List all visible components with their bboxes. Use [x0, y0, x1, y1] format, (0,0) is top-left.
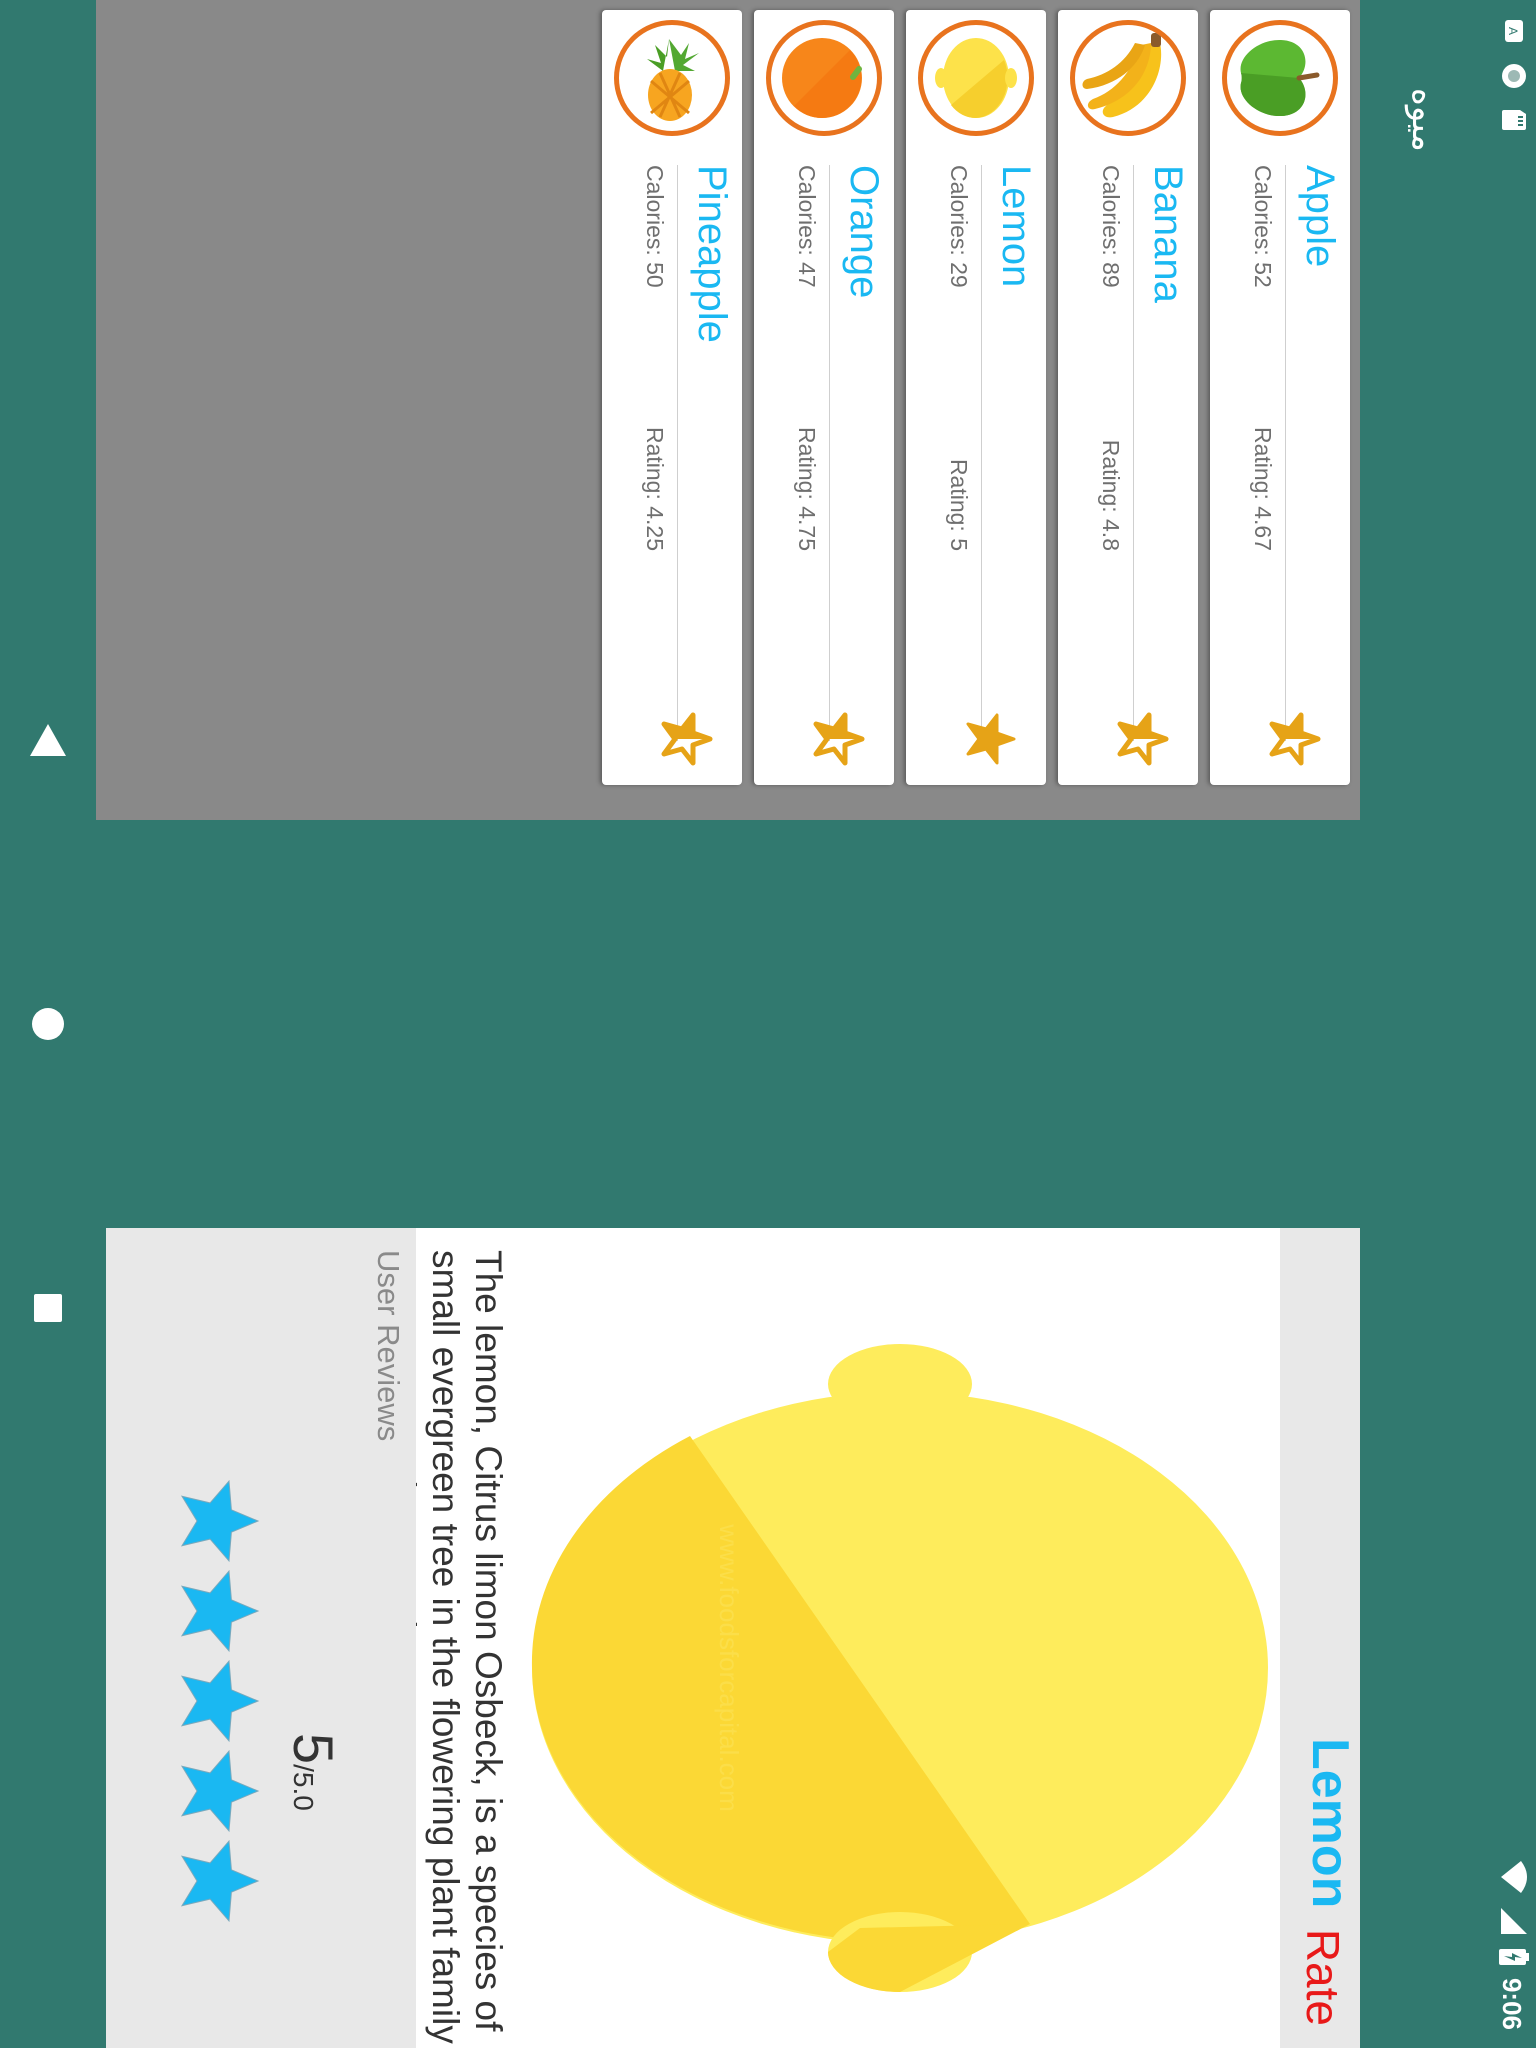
recents-icon[interactable] — [24, 1284, 72, 1332]
fruit-rating: Rating: 5 — [946, 458, 972, 551]
apple-avatar — [1222, 20, 1338, 136]
rate-button[interactable]: Rate — [1296, 1929, 1350, 2026]
detail-pane: Lemon www.foodsforcapital.com The lemon,… — [96, 1228, 1360, 2048]
fruit-list: Apple Calories: 52 Rating: 4.67 Banana C… — [96, 0, 1360, 820]
pineapple-icon — [647, 39, 699, 121]
status-bar: A 9:06 — [1488, 0, 1536, 2048]
score-max: /5.0 — [288, 1764, 319, 1811]
fruit-calories: Calories: 29 — [946, 165, 972, 288]
rating-star-icon — [180, 1659, 260, 1743]
fruit-calories: Calories: 52 — [1250, 165, 1276, 288]
divider — [981, 165, 982, 741]
banana-icon — [1082, 33, 1162, 118]
half-star-icon — [813, 712, 865, 766]
divider — [1285, 165, 1286, 741]
fruit-calories: Calories: 47 — [794, 165, 820, 288]
star-icon — [966, 713, 1016, 765]
rating-star-icon — [180, 1479, 260, 1563]
fruit-name: Orange — [842, 165, 886, 299]
score-value: 5 — [282, 1733, 345, 1765]
list-item-apple[interactable]: Apple Calories: 52 Rating: 4.67 — [1210, 10, 1350, 785]
half-star-icon — [1117, 712, 1169, 766]
orange-icon — [782, 38, 862, 118]
rate-button-area: Rate — [1280, 1836, 1360, 2048]
half-star-icon — [1269, 712, 1321, 766]
fruit-name: Pineapple — [690, 165, 734, 343]
sd-card-icon — [1496, 108, 1529, 132]
fruit-name: Apple — [1298, 165, 1342, 268]
sync-icon — [1496, 62, 1529, 90]
fruit-name: Banana — [1146, 165, 1190, 303]
fruit-rating: Rating: 4.75 — [794, 426, 820, 551]
rating-stars — [180, 1479, 260, 1923]
home-icon[interactable] — [24, 1000, 72, 1048]
signal-icon — [1495, 1906, 1530, 1936]
detail-body: www.foodsforcapital.com The lemon, Citru… — [382, 1228, 1280, 2048]
list-item-lemon[interactable]: Lemon Calories: 29 Rating: 5 — [906, 10, 1046, 785]
fruit-calories: Calories: 50 — [642, 165, 668, 288]
keyboard-icon: A — [1497, 18, 1528, 44]
watermark: www.foodsforcapital.com — [714, 1523, 744, 1812]
lemon-icon — [935, 38, 1017, 119]
battery-charging-icon — [1495, 1948, 1530, 1966]
list-item-pineapple[interactable]: Pineapple Calories: 50 Rating: 4.25 — [602, 10, 742, 785]
lemon-avatar — [918, 20, 1034, 136]
rating-star-icon — [180, 1749, 260, 1833]
divider — [677, 165, 678, 741]
fruit-rating: Rating: 4.25 — [642, 426, 668, 551]
app-title: میوه — [1405, 88, 1443, 152]
navigation-bar — [0, 0, 96, 2048]
app-bar: میوه — [1360, 0, 1488, 2048]
rating-star-icon — [180, 1839, 260, 1923]
list-item-banana[interactable]: Banana Calories: 89 Rating: 4.8 — [1058, 10, 1198, 785]
score-display: 5/5.0 — [281, 1733, 346, 1811]
banana-avatar — [1070, 20, 1186, 136]
lemon-icon: www.foodsforcapital.com — [531, 1344, 1268, 1992]
apple-icon — [1240, 39, 1320, 117]
fruit-rating: Rating: 4.8 — [1098, 439, 1124, 551]
fruit-name: Lemon — [994, 165, 1038, 288]
orange-avatar — [766, 20, 882, 136]
divider — [1133, 165, 1134, 741]
list-item-orange[interactable]: Orange Calories: 47 Rating: 4.75 — [754, 10, 894, 785]
rating-star-icon — [180, 1569, 260, 1653]
status-time: 9:06 — [1497, 1977, 1528, 2030]
back-icon[interactable] — [24, 716, 72, 764]
user-reviews-section: User Reviews 5/5.0 — [106, 1228, 416, 2048]
half-star-icon — [661, 712, 713, 766]
pineapple-avatar — [614, 20, 730, 136]
svg-text:A: A — [1507, 27, 1521, 35]
fruit-rating: Rating: 4.67 — [1250, 426, 1276, 551]
divider — [829, 165, 830, 741]
wifi-icon — [1495, 1860, 1530, 1894]
reviews-label: User Reviews — [371, 1250, 406, 1442]
fruit-calories: Calories: 89 — [1098, 165, 1124, 288]
